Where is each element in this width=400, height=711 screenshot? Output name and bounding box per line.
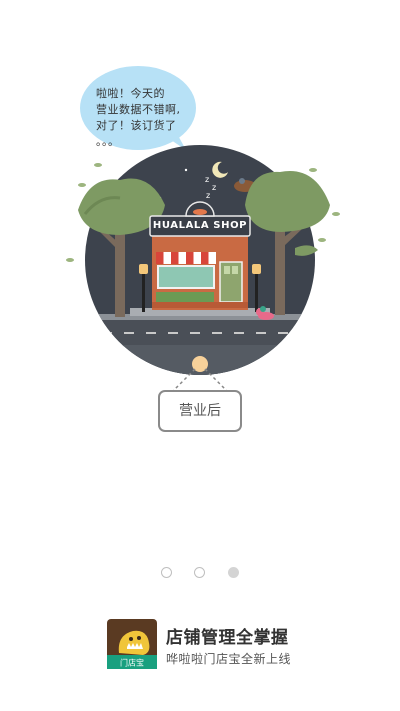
- svg-text:z: z: [205, 175, 209, 184]
- app-logo-label: 门店宝: [120, 658, 144, 668]
- speech-line: 。。。: [96, 135, 120, 148]
- app-title: 店铺管理全掌握: [166, 628, 289, 648]
- speech-line: 对了！该订货了: [96, 119, 177, 132]
- hanging-sign-label: 营业后: [179, 403, 221, 419]
- svg-text:z: z: [212, 183, 216, 192]
- speech-line: 啦啦！今天的: [96, 87, 165, 100]
- speech-bubble-text: 啦啦！今天的 营业数据不错啊, 对了！该订货了 。。。: [96, 86, 196, 150]
- page-dot-3[interactable]: [228, 567, 239, 578]
- app-branding: 门店宝 店铺管理全掌握 哗啦啦门店宝全新上线: [107, 619, 367, 669]
- shop-sign-text: HUALALA SHOP: [152, 220, 248, 231]
- speech-line: 营业数据不错啊,: [96, 103, 181, 116]
- svg-text:z: z: [206, 191, 210, 200]
- app-subtitle: 哗啦啦门店宝全新上线: [166, 652, 292, 666]
- page-indicator: [0, 567, 400, 581]
- app-logo-icon: 门店宝: [107, 619, 157, 669]
- page-dot-1[interactable]: [161, 567, 172, 578]
- page-dot-2[interactable]: [194, 567, 205, 578]
